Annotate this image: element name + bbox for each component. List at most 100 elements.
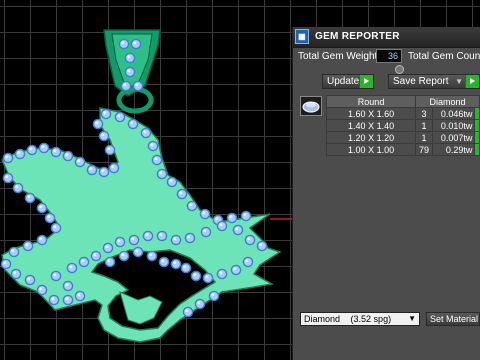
gem-highlight	[39, 287, 43, 291]
row-select-handle[interactable]	[474, 107, 480, 120]
gem-highlight	[179, 191, 183, 195]
gem-stone	[118, 38, 130, 50]
column-header-diamond: Diamond	[415, 95, 480, 108]
gem-highlight	[29, 147, 33, 151]
chevron-down-icon: ▼	[455, 77, 463, 86]
gem-stone	[194, 298, 206, 310]
gem-stone	[36, 234, 48, 246]
table-row[interactable]: 1.00 X 1.00 79 0.29tw	[325, 143, 480, 156]
gem-highlight	[107, 147, 111, 151]
gem-stone	[104, 256, 116, 268]
gem-stone	[62, 150, 74, 162]
gem-size: 1.60 X 1.60	[325, 107, 417, 120]
gem-highlight	[95, 121, 99, 125]
gem-highlight	[27, 195, 31, 199]
gem-stone	[108, 162, 120, 174]
save-report-dropdown[interactable]: Save Report ▼	[388, 74, 480, 89]
gem-highlight	[169, 179, 173, 183]
gem-stone	[78, 256, 90, 268]
gem-stone	[146, 250, 158, 262]
gem-highlight	[215, 217, 219, 221]
gem-stone	[170, 258, 182, 270]
column-header-round: Round	[325, 95, 417, 108]
gem-stone	[232, 224, 244, 236]
gem-highlight	[130, 121, 134, 125]
gem-stone	[74, 290, 86, 302]
gem-highlight	[145, 233, 149, 237]
round-gem-icon	[302, 101, 320, 113]
gem-highlight	[3, 261, 7, 265]
update-label: Update	[327, 76, 360, 87]
gem-stone	[120, 80, 132, 92]
gem-stone	[156, 168, 168, 180]
update-button[interactable]: Update	[322, 74, 374, 89]
gem-stone	[180, 262, 192, 274]
gem-highlight	[121, 41, 125, 45]
gem-stone	[124, 66, 136, 78]
set-material-button[interactable]: Set Material	[426, 312, 480, 326]
total-weight-label: Total Gem Weight	[298, 51, 378, 62]
gem-highlight	[111, 165, 115, 169]
gem-count: 1	[415, 119, 433, 132]
gem-stone	[2, 172, 14, 184]
gem-stone	[24, 274, 36, 286]
gem-highlight	[203, 229, 207, 233]
material-spg: (3.52 spg)	[350, 314, 392, 324]
gem-weight: 0.046tw	[431, 107, 476, 120]
row-select-handle[interactable]	[474, 143, 480, 156]
table-row[interactable]: 1.60 X 1.60 3 0.046tw	[325, 107, 480, 120]
gem-count: 3	[415, 107, 433, 120]
gem-highlight	[39, 205, 43, 209]
gem-thumbnail	[300, 96, 322, 116]
panel-titlebar[interactable]: ▦ GEM REPORTER	[293, 27, 480, 48]
gem-stone	[132, 246, 144, 258]
gem-stone	[182, 306, 194, 318]
gem-highlight	[81, 259, 85, 263]
gem-highlight	[53, 273, 57, 277]
gem-stone	[140, 127, 152, 139]
gem-stone	[151, 154, 163, 166]
gem-stone	[190, 270, 202, 282]
gem-weight: 0.29tw	[431, 143, 476, 156]
collapse-toggle[interactable]	[395, 65, 404, 74]
gem-highlight	[135, 249, 139, 253]
gem-highlight	[41, 145, 45, 149]
play-icon	[465, 75, 479, 88]
gem-stone	[244, 234, 256, 246]
gem-stone	[8, 246, 20, 258]
row-select-handle[interactable]	[474, 131, 480, 144]
gem-highlight	[5, 175, 9, 179]
table-row[interactable]: 1.40 X 1.40 1 0.010tw	[325, 119, 480, 132]
gem-highlight	[53, 225, 57, 229]
gem-highlight	[69, 265, 73, 269]
gem-stone	[48, 294, 60, 306]
gem-size: 1.20 X 1.20	[325, 131, 417, 144]
gem-stone	[74, 156, 86, 168]
gem-highlight	[245, 259, 249, 263]
gem-highlight	[143, 130, 147, 134]
grid-app-icon: ▦	[295, 29, 309, 44]
gem-weight: 0.007tw	[431, 131, 476, 144]
gem-highlight	[89, 167, 93, 171]
gem-stone	[38, 142, 50, 154]
gem-highlight	[219, 223, 223, 227]
gem-stone	[230, 264, 242, 276]
gem-stone	[50, 270, 62, 282]
gem-stone	[50, 146, 62, 158]
gem-stone	[208, 290, 220, 302]
gem-stone	[142, 230, 154, 242]
gem-highlight	[5, 155, 9, 159]
row-select-handle[interactable]	[474, 119, 480, 132]
table-row[interactable]: 1.20 X 1.20 1 0.007tw	[325, 131, 480, 144]
gem-highlight	[65, 153, 69, 157]
total-weight-field[interactable]: 36	[376, 49, 402, 63]
gem-stone	[170, 234, 182, 246]
gem-highlight	[197, 301, 201, 305]
gem-highlight	[47, 215, 51, 219]
gem-stone	[240, 210, 252, 222]
gem-highlight	[154, 157, 158, 161]
gem-highlight	[25, 243, 29, 247]
gem-highlight	[189, 203, 193, 207]
material-select[interactable]: Diamond (3.52 spg) ▼	[300, 312, 420, 326]
gem-highlight	[259, 243, 263, 247]
